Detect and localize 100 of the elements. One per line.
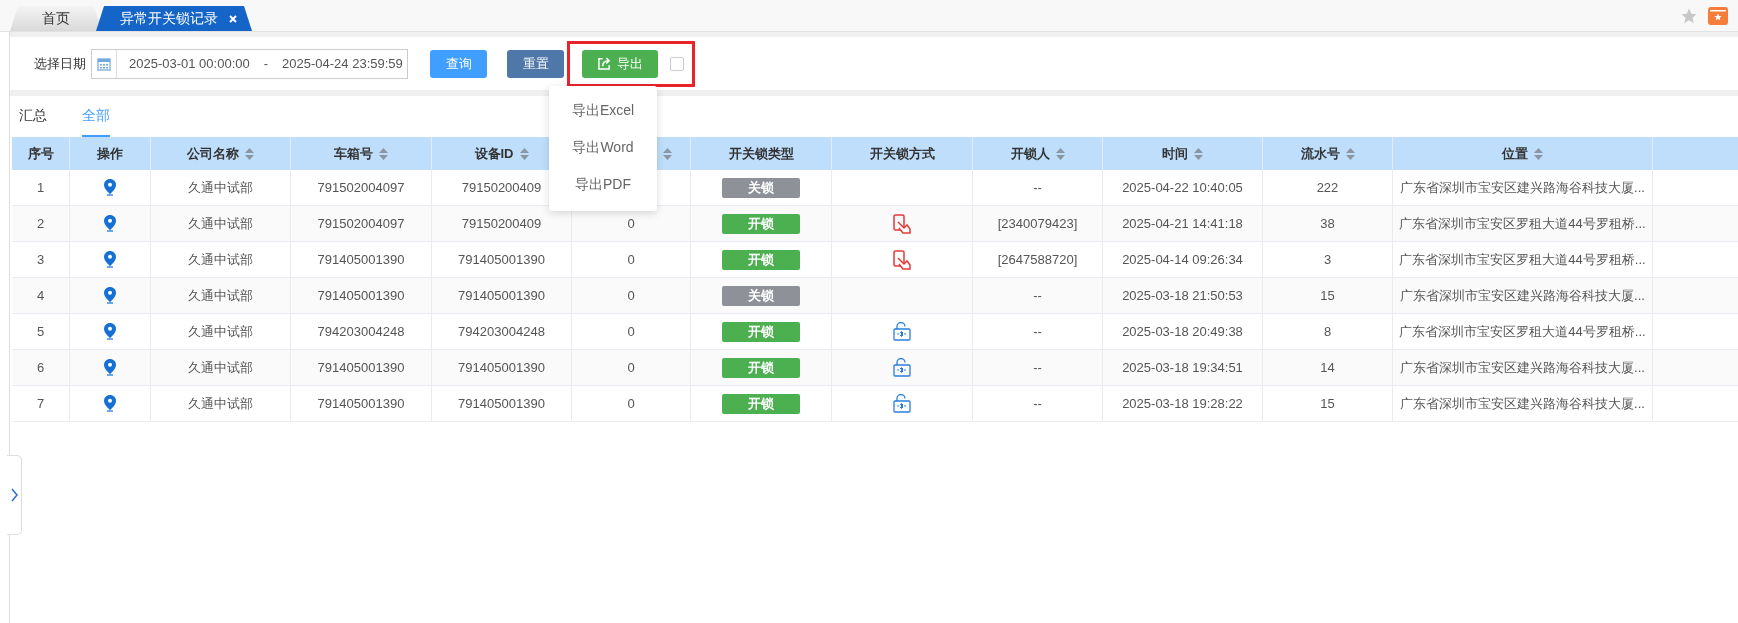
view-tab[interactable]: 汇总 xyxy=(19,96,47,137)
location-pin-icon[interactable] xyxy=(104,395,116,412)
table-cell: 794203004248 xyxy=(458,324,545,339)
column-header[interactable]: 车箱号 xyxy=(291,137,432,170)
table-cell: 38 xyxy=(1320,216,1335,231)
table-cell: 791405001390 xyxy=(458,288,545,303)
table-cell: 久通中试部 xyxy=(188,250,253,269)
table-cell: [2340079423] xyxy=(997,216,1078,231)
column-header: 开关锁类型 xyxy=(691,137,832,170)
location-pin-icon[interactable] xyxy=(104,251,116,268)
location-pin-icon[interactable] xyxy=(104,179,116,196)
location-text: 广东省深圳市宝安区罗租大道44号罗租桥... xyxy=(1399,214,1646,233)
date-range-field[interactable]: 2025-03-01 00:00:00 - 2025-04-24 23:59:59 xyxy=(91,48,408,79)
column-header[interactable]: 流水号 xyxy=(1263,137,1393,170)
table-cell: [2647588720] xyxy=(997,252,1078,267)
lock-status-badge: 关锁 xyxy=(722,285,800,306)
chevron-right-icon xyxy=(10,488,18,502)
sort-icon[interactable] xyxy=(1194,147,1203,160)
table-cell: 79150200409 xyxy=(461,216,542,231)
lock-status-badge: 关锁 xyxy=(722,177,800,198)
table-cell: 2 xyxy=(36,216,45,231)
table-cell: 0 xyxy=(627,216,635,231)
table-cell: 久通中试部 xyxy=(188,358,253,377)
table-cell: 7 xyxy=(36,396,45,411)
table-cell: 0 xyxy=(627,396,635,411)
table-cell: 791405001390 xyxy=(317,252,405,267)
location-pin-icon[interactable] xyxy=(104,323,116,340)
table-cell: 3 xyxy=(1323,252,1332,267)
location-pin-icon[interactable] xyxy=(104,359,116,376)
table-cell: 791405001390 xyxy=(317,288,405,303)
favorites-folder-icon[interactable] xyxy=(1708,6,1728,25)
table-cell: 15 xyxy=(1320,396,1335,411)
lock-status-badge: 开锁 xyxy=(722,357,800,378)
page-tab[interactable]: 异常开关锁记录 xyxy=(96,6,252,31)
table-cell: 2025-03-18 20:49:38 xyxy=(1122,324,1243,339)
table-cell: 久通中试部 xyxy=(188,214,253,233)
column-header: 操作 xyxy=(70,137,151,170)
table-cell: 2025-03-18 21:50:53 xyxy=(1122,288,1243,303)
table-cell: 0 xyxy=(627,360,635,375)
table-cell: 791502004097 xyxy=(317,180,405,195)
location-pin-icon[interactable] xyxy=(104,215,116,232)
sort-icon[interactable] xyxy=(519,147,529,160)
table-cell: 222 xyxy=(1316,180,1339,195)
table-cell: 15 xyxy=(1320,288,1335,303)
column-header[interactable]: 时间 xyxy=(1103,137,1263,170)
table-cell: 2025-04-14 09:26:34 xyxy=(1122,252,1243,267)
location-pin-icon[interactable] xyxy=(104,287,116,304)
location-text: 广东省深圳市宝安区建兴路海谷科技大厦... xyxy=(1400,178,1645,197)
reset-button[interactable]: 重置 xyxy=(507,49,564,78)
column-header[interactable]: 位置 xyxy=(1393,137,1653,170)
table-cell: 794203004248 xyxy=(317,324,405,339)
date-label: 选择日期 xyxy=(34,54,86,73)
table-cell: 791405001390 xyxy=(458,396,545,411)
location-text: 广东省深圳市宝安区罗租大道44号罗租桥... xyxy=(1399,250,1646,269)
sort-icon[interactable] xyxy=(379,147,388,160)
sort-icon[interactable] xyxy=(245,147,254,160)
column-header: 开关锁方式 xyxy=(832,137,973,170)
table-cell: 6 xyxy=(36,360,45,375)
table-cell: 5 xyxy=(36,324,45,339)
sort-icon[interactable] xyxy=(1345,147,1355,160)
location-text: 广东省深圳市宝安区建兴路海谷科技大厦... xyxy=(1400,358,1645,377)
share-icon xyxy=(597,57,611,70)
location-text: 广东省深圳市宝安区罗租大道44号罗租桥... xyxy=(1399,322,1646,341)
sort-icon[interactable] xyxy=(1055,147,1065,160)
lock-status-badge: 开锁 xyxy=(722,213,800,234)
table-cell: 久通中试部 xyxy=(188,178,253,197)
table-cell: 14 xyxy=(1320,360,1335,375)
table-cell: 久通中试部 xyxy=(188,322,253,341)
table-cell: 2025-04-21 14:41:18 xyxy=(1122,216,1243,231)
star-icon[interactable] xyxy=(1680,7,1698,25)
calendar-icon xyxy=(97,56,111,71)
table-cell: -- xyxy=(1033,324,1042,339)
checkbox[interactable] xyxy=(670,56,684,71)
sort-icon[interactable] xyxy=(1534,147,1543,160)
table-cell: 久通中试部 xyxy=(188,394,253,413)
location-text: 广东省深圳市宝安区建兴路海谷科技大厦... xyxy=(1400,394,1645,413)
lock-status-badge: 开锁 xyxy=(722,393,800,414)
table-cell: 0 xyxy=(627,252,635,267)
lock-status-badge: 开锁 xyxy=(722,321,800,342)
column-header[interactable]: 开锁人 xyxy=(973,137,1103,170)
sort-icon[interactable] xyxy=(663,147,672,160)
table-cell: -- xyxy=(1033,360,1042,375)
table-cell: 4 xyxy=(36,288,45,303)
location-text: 广东省深圳市宝安区建兴路海谷科技大厦... xyxy=(1400,286,1645,305)
table-cell: 791405001390 xyxy=(317,360,405,375)
table-cell: 1 xyxy=(36,180,45,195)
sidebar-toggle[interactable] xyxy=(7,455,22,535)
table-cell: 79150200409 xyxy=(461,180,542,195)
close-icon[interactable] xyxy=(228,13,238,24)
table-cell: 791405001390 xyxy=(458,360,545,375)
table-cell: -- xyxy=(1033,288,1042,303)
lock-status-badge: 开锁 xyxy=(722,249,800,270)
menu-item[interactable]: 导出Excel xyxy=(549,92,657,129)
table-cell: -- xyxy=(1033,396,1042,411)
column-header[interactable]: 公司名称 xyxy=(151,137,291,170)
table-cell: 8 xyxy=(1323,324,1332,339)
table-cell: 2025-04-22 10:40:05 xyxy=(1122,180,1243,195)
table-cell: 2025-03-18 19:34:51 xyxy=(1122,360,1243,375)
column-header: 序号 xyxy=(12,137,70,170)
table-cell: -- xyxy=(1033,180,1042,195)
